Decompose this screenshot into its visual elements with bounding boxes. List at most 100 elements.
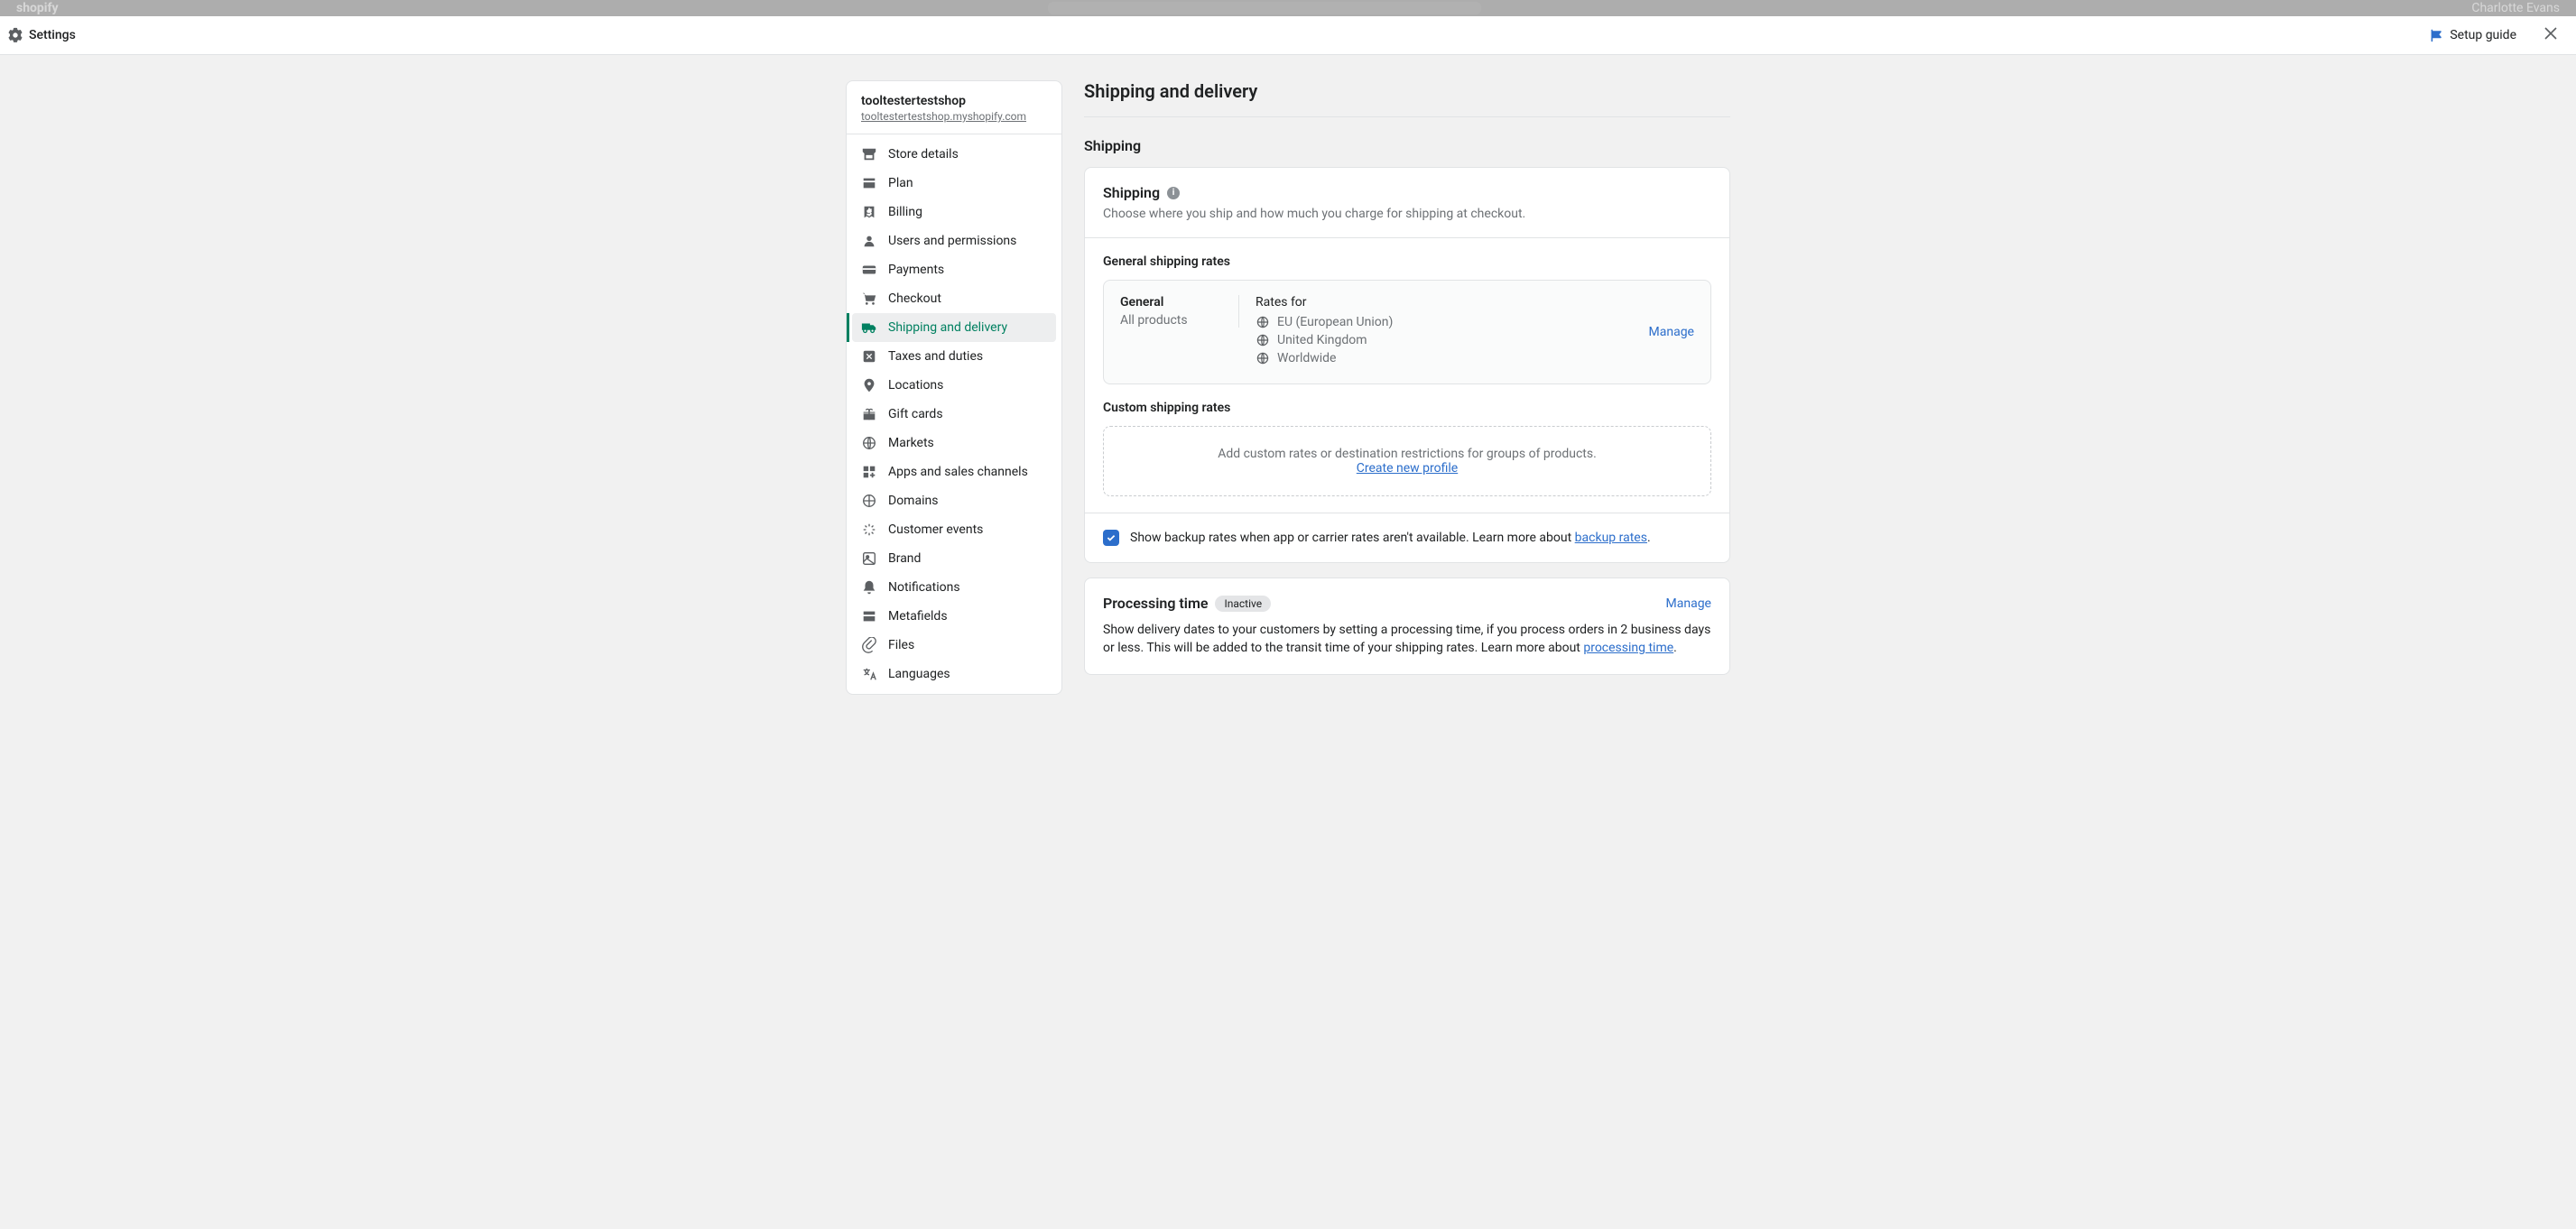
sidebar-item-label: Locations — [888, 378, 943, 393]
processing-heading: Processing time Inactive — [1103, 595, 1271, 612]
settings-header-bar: Settings Setup guide — [0, 16, 2576, 55]
zone-label: EU (European Union) — [1277, 315, 1393, 329]
globe-icon — [1256, 333, 1270, 347]
sidebar-item-label: Checkout — [888, 291, 941, 306]
sidebar-item-customer-events[interactable]: Customer events — [852, 515, 1056, 544]
brand-icon — [861, 550, 877, 567]
sidebar-item-label: Domains — [888, 494, 938, 508]
sidebar-item-locations[interactable]: Locations — [852, 371, 1056, 400]
sidebar-item-shipping[interactable]: Shipping and delivery — [852, 313, 1056, 342]
sidebar-item-payments[interactable]: Payments — [852, 255, 1056, 284]
sidebar-item-label: Payments — [888, 263, 944, 277]
sidebar-item-plan[interactable]: Plan — [852, 169, 1056, 198]
setup-guide-label: Setup guide — [2450, 28, 2516, 42]
shopify-global-topbar: shopify Charlotte Evans — [0, 0, 2576, 16]
user-icon — [861, 233, 877, 249]
payments-icon — [861, 262, 877, 278]
globe-icon — [861, 435, 877, 451]
general-profile-box: General All products Rates for EU (Europ… — [1103, 280, 1711, 384]
sidebar-item-label: Metafields — [888, 609, 948, 624]
close-settings-button[interactable] — [2542, 24, 2560, 46]
truck-icon — [861, 319, 877, 336]
sidebar-item-taxes[interactable]: Taxes and duties — [852, 342, 1056, 371]
sidebar-item-label: Taxes and duties — [888, 349, 983, 364]
pin-icon — [861, 377, 877, 393]
manage-general-link[interactable]: Manage — [1649, 325, 1694, 339]
shipping-heading-text: Shipping — [1103, 184, 1160, 201]
page-title: Shipping and delivery — [1084, 80, 1730, 117]
user-name: Charlotte Evans — [2471, 1, 2560, 15]
sidebar-item-label: Customer events — [888, 522, 983, 537]
custom-rates-empty: Add custom rates or destination restrict… — [1103, 426, 1711, 496]
backup-rates-link[interactable]: backup rates — [1575, 531, 1647, 545]
rates-for-label: Rates for — [1256, 295, 1649, 310]
general-rates-heading: General shipping rates — [1103, 254, 1711, 269]
sidebar-item-domains[interactable]: Domains — [852, 486, 1056, 515]
sidebar-item-users[interactable]: Users and permissions — [852, 226, 1056, 255]
sidebar-item-notifications[interactable]: Notifications — [852, 573, 1056, 602]
billing-icon — [861, 204, 877, 220]
zone-label: United Kingdom — [1277, 333, 1367, 347]
settings-content: Shipping and delivery Shipping Shipping … — [1084, 80, 1730, 695]
plan-icon — [861, 175, 877, 191]
flag-icon — [2430, 28, 2444, 42]
settings-sidebar: tooltestertestshop tooltestertestshop.my… — [846, 80, 1062, 695]
sidebar-item-checkout[interactable]: Checkout — [852, 284, 1056, 313]
backup-rates-text: Show backup rates when app or carrier ra… — [1130, 531, 1651, 545]
processing-desc: Show delivery dates to your customers by… — [1103, 621, 1711, 658]
processing-time-link[interactable]: processing time — [1583, 641, 1673, 655]
shipping-heading: Shipping i — [1103, 184, 1711, 201]
custom-rates-hint: Add custom rates or destination restrict… — [1120, 447, 1694, 461]
shipping-desc: Choose where you ship and how much you c… — [1103, 207, 1711, 221]
sidebar-item-label: Users and permissions — [888, 234, 1016, 248]
files-icon — [861, 637, 877, 653]
period: . — [1647, 531, 1651, 545]
sidebar-item-label: Plan — [888, 176, 913, 190]
sidebar-item-store-details[interactable]: Store details — [852, 140, 1056, 169]
sidebar-item-markets[interactable]: Markets — [852, 429, 1056, 457]
create-profile-link[interactable]: Create new profile — [1357, 461, 1458, 476]
profile-name: General — [1120, 295, 1228, 310]
zone-row: EU (European Union) — [1256, 315, 1649, 329]
period: . — [1673, 641, 1677, 655]
sidebar-item-billing[interactable]: Billing — [852, 198, 1056, 226]
check-icon — [1106, 532, 1117, 543]
sidebar-item-metafields[interactable]: Metafields — [852, 602, 1056, 631]
processing-time-card: Processing time Inactive Manage Show del… — [1084, 578, 1730, 675]
global-search[interactable] — [1048, 2, 1481, 14]
backup-rates-row: Show backup rates when app or carrier ra… — [1103, 530, 1711, 546]
apps-icon — [861, 464, 877, 480]
sidebar-item-brand[interactable]: Brand — [852, 544, 1056, 573]
bell-icon — [861, 579, 877, 596]
shop-header[interactable]: tooltestertestshop tooltestertestshop.my… — [847, 81, 1061, 134]
setup-guide-link[interactable]: Setup guide — [2430, 28, 2516, 42]
sidebar-item-files[interactable]: Files — [852, 631, 1056, 660]
cart-icon — [861, 291, 877, 307]
events-icon — [861, 522, 877, 538]
shop-url[interactable]: tooltestertestshop.myshopify.com — [861, 110, 1047, 123]
sidebar-item-apps[interactable]: Apps and sales channels — [852, 457, 1056, 486]
domain-icon — [861, 493, 877, 509]
sidebar-item-label: Shipping and delivery — [888, 320, 1007, 335]
info-icon[interactable]: i — [1167, 187, 1180, 199]
manage-processing-link[interactable]: Manage — [1666, 596, 1711, 611]
sidebar-item-gift-cards[interactable]: Gift cards — [852, 400, 1056, 429]
custom-rates-heading: Custom shipping rates — [1103, 401, 1711, 415]
sidebar-item-label: Languages — [888, 667, 950, 681]
sidebar-item-label: Billing — [888, 205, 922, 219]
sidebar-item-languages[interactable]: Languages — [852, 660, 1056, 688]
inactive-badge: Inactive — [1215, 596, 1271, 612]
globe-icon — [1256, 351, 1270, 365]
metafields-icon — [861, 608, 877, 624]
shipping-card: Shipping i Choose where you ship and how… — [1084, 167, 1730, 563]
section-shipping-title: Shipping — [1084, 137, 1730, 154]
shop-name: tooltestertestshop — [861, 94, 1047, 108]
gear-icon — [7, 27, 23, 43]
languages-icon — [861, 666, 877, 682]
sidebar-item-label: Brand — [888, 551, 921, 566]
backup-rates-checkbox[interactable] — [1103, 530, 1119, 546]
gift-icon — [861, 406, 877, 422]
globe-icon — [1256, 315, 1270, 329]
profile-products: All products — [1120, 313, 1228, 328]
sidebar-item-label: Markets — [888, 436, 934, 450]
